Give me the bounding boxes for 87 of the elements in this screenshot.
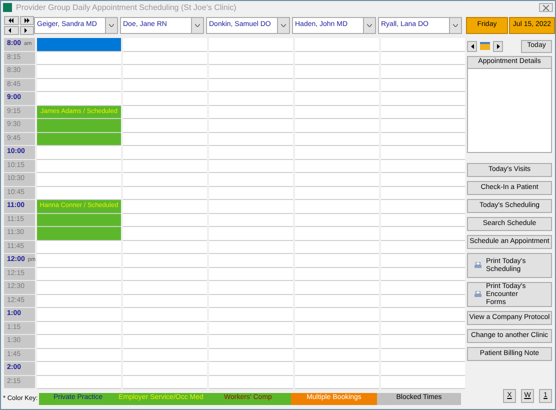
rewind-button[interactable] [4, 16, 18, 24]
right-arrow-icon [24, 28, 30, 32]
empty-slot[interactable] [123, 294, 207, 308]
empty-slot[interactable] [295, 348, 379, 362]
empty-slot[interactable] [37, 78, 121, 92]
empty-slot[interactable] [381, 160, 465, 173]
empty-slot[interactable] [381, 268, 465, 281]
fast-forward-button[interactable] [20, 16, 34, 24]
empty-slot[interactable] [37, 294, 121, 308]
empty-slot[interactable] [295, 78, 379, 92]
app-icon [3, 3, 12, 12]
empty-slot[interactable] [381, 294, 465, 308]
chevron-down-icon [281, 24, 286, 26]
empty-slot[interactable] [209, 78, 293, 92]
empty-slot[interactable] [295, 294, 379, 308]
empty-slot[interactable] [381, 348, 465, 362]
empty-slot[interactable] [123, 322, 207, 335]
empty-slot[interactable] [37, 240, 121, 254]
empty-slot[interactable] [381, 376, 465, 389]
empty-slot[interactable] [209, 322, 293, 335]
empty-slot[interactable] [37, 268, 121, 281]
empty-slot[interactable] [209, 348, 293, 362]
printer-icon [474, 291, 482, 298]
right-arrow-icon [496, 44, 500, 48]
rewind-icon [8, 18, 14, 22]
empty-slot[interactable] [123, 106, 207, 119]
empty-slot[interactable] [209, 132, 293, 146]
empty-slot[interactable] [209, 52, 293, 65]
empty-slot[interactable] [123, 268, 207, 281]
empty-slot[interactable] [209, 186, 293, 200]
empty-slot[interactable] [37, 322, 121, 335]
appointment-block[interactable] [37, 119, 121, 132]
close-button[interactable] [539, 3, 553, 12]
empty-slot[interactable] [295, 186, 379, 200]
empty-slot[interactable] [37, 348, 121, 362]
empty-slot[interactable] [209, 240, 293, 254]
chevron-down-icon [109, 24, 114, 26]
empty-slot[interactable] [123, 78, 207, 92]
empty-slot[interactable] [123, 240, 207, 254]
previous-day-button[interactable] [467, 40, 477, 52]
printer-icon [474, 262, 482, 269]
chevron-down-icon [453, 24, 458, 26]
left-arrow-button[interactable] [4, 26, 18, 34]
empty-slot[interactable] [295, 376, 379, 389]
empty-slot[interactable] [295, 106, 379, 119]
empty-slot[interactable] [37, 186, 121, 200]
empty-slot[interactable] [209, 214, 293, 227]
empty-slot[interactable] [209, 160, 293, 173]
empty-slot[interactable] [295, 132, 379, 146]
empty-slot[interactable] [381, 106, 465, 119]
empty-slot[interactable] [381, 322, 465, 335]
empty-slot[interactable] [37, 160, 121, 173]
empty-slot[interactable] [209, 106, 293, 119]
empty-slot[interactable] [209, 376, 293, 389]
empty-slot[interactable] [381, 78, 465, 92]
empty-slot[interactable] [123, 214, 207, 227]
empty-slot[interactable] [123, 348, 207, 362]
empty-slot[interactable] [37, 376, 121, 389]
empty-slot[interactable] [381, 214, 465, 227]
empty-slot[interactable] [381, 186, 465, 200]
window-title: Provider Group Daily Appointment Scheduling (St Joe's Clinic) [16, 2, 238, 14]
empty-slot[interactable] [295, 322, 379, 335]
empty-slot[interactable] [123, 376, 207, 389]
appointment-block[interactable] [37, 132, 121, 146]
empty-slot[interactable] [295, 240, 379, 254]
appointment-block[interactable] [37, 214, 121, 227]
left-arrow-icon [470, 44, 474, 48]
next-day-button[interactable] [493, 40, 503, 52]
empty-slot[interactable] [381, 132, 465, 146]
empty-slot[interactable] [123, 160, 207, 173]
chevron-down-icon [195, 24, 200, 26]
empty-slot[interactable] [295, 160, 379, 173]
chevron-down-icon [367, 24, 372, 26]
empty-slot[interactable] [123, 52, 207, 65]
empty-slot[interactable] [123, 186, 207, 200]
right-arrow-button[interactable] [20, 26, 34, 34]
empty-slot[interactable] [381, 240, 465, 254]
fast-forward-icon [24, 18, 30, 22]
empty-slot[interactable] [209, 268, 293, 281]
empty-slot[interactable] [123, 132, 207, 146]
appointment-block[interactable] [37, 227, 121, 240]
empty-slot[interactable] [209, 294, 293, 308]
empty-slot[interactable] [295, 52, 379, 65]
empty-slot[interactable] [295, 214, 379, 227]
empty-slot[interactable] [295, 268, 379, 281]
empty-slot[interactable] [37, 52, 121, 65]
close-icon [543, 4, 549, 10]
